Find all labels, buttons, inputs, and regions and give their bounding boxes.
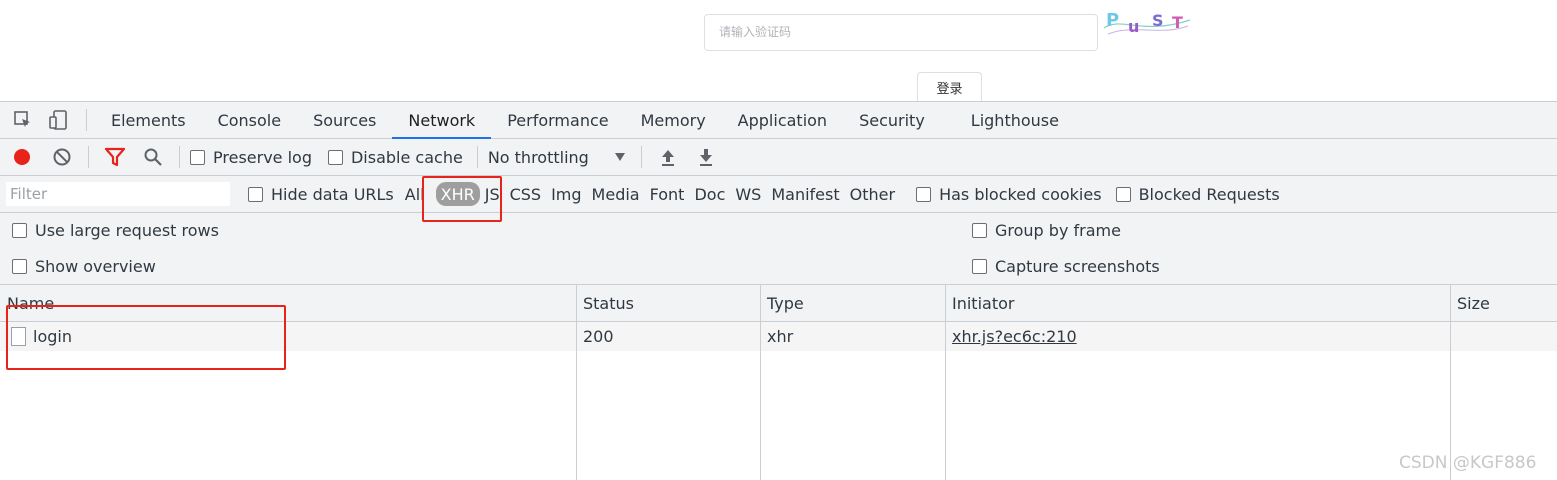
- filter-type-js[interactable]: JS: [480, 182, 505, 206]
- filter-type-doc[interactable]: Doc: [689, 182, 730, 206]
- large-rows-label: Use large request rows: [35, 221, 219, 240]
- watermark: CSDN @KGF886: [1399, 453, 1537, 473]
- svg-text:T: T: [1172, 13, 1183, 32]
- has-blocked-cookies-checkbox[interactable]: Has blocked cookies: [916, 185, 1102, 204]
- table-row[interactable]: login 200 xhr xhr.js?ec6c:210: [0, 322, 1557, 351]
- group-by-frame-checkbox[interactable]: Group by frame: [972, 221, 1121, 240]
- separator: [179, 146, 180, 168]
- requests-table: Name Status Type Initiator Size login 20…: [0, 285, 1557, 480]
- column-divider[interactable]: [576, 285, 577, 480]
- show-overview-checkbox[interactable]: Show overview: [12, 257, 156, 276]
- network-settings: Use large request rows Show overview Gro…: [0, 213, 1557, 285]
- tab-elements[interactable]: Elements: [95, 102, 202, 139]
- group-by-frame-label: Group by frame: [995, 221, 1121, 240]
- capture-screenshots-checkbox[interactable]: Capture screenshots: [972, 257, 1160, 276]
- filter-type-xhr[interactable]: XHR: [435, 182, 480, 206]
- checkbox-box[interactable]: [190, 149, 205, 165]
- separator: [476, 146, 478, 168]
- column-header-type[interactable]: Type: [760, 285, 804, 322]
- checkbox-box[interactable]: [972, 259, 987, 274]
- tab-lighthouse[interactable]: Lighthouse: [955, 102, 1075, 139]
- throttling-select[interactable]: No throttling: [488, 148, 625, 167]
- initiator-link[interactable]: xhr.js?ec6c:210: [952, 327, 1077, 346]
- svg-text:u: u: [1128, 17, 1139, 36]
- column-header-name[interactable]: Name: [0, 285, 54, 322]
- tab-security[interactable]: Security: [843, 102, 941, 139]
- devtools-panel: Elements Console Sources Network Perform…: [0, 101, 1557, 480]
- capture-screenshots-label: Capture screenshots: [995, 257, 1160, 276]
- document-icon: [11, 327, 26, 346]
- preserve-log-label: Preserve log: [213, 147, 312, 167]
- checkbox-box[interactable]: [12, 223, 27, 238]
- inspect-element-icon[interactable]: [12, 109, 34, 131]
- request-name[interactable]: login: [26, 322, 72, 351]
- request-status: 200: [583, 327, 614, 346]
- column-header-size[interactable]: Size: [1450, 285, 1490, 322]
- separator: [88, 146, 89, 168]
- search-icon[interactable]: [137, 141, 169, 173]
- network-toolbar: Preserve log Disable cache No throttling: [0, 139, 1557, 176]
- web-page: 请输入验证码 P u S T 登录: [0, 0, 1557, 104]
- tab-memory[interactable]: Memory: [625, 102, 722, 139]
- chevron-down-icon: [614, 153, 625, 161]
- filter-type-media[interactable]: Media: [587, 182, 645, 206]
- svg-text:P: P: [1106, 10, 1119, 31]
- device-toolbar-icon[interactable]: [48, 109, 70, 131]
- large-rows-checkbox[interactable]: Use large request rows: [12, 221, 219, 240]
- checkbox-box[interactable]: [12, 259, 27, 274]
- filter-type-img[interactable]: Img: [546, 182, 586, 206]
- login-button[interactable]: 登录: [917, 72, 982, 104]
- checkbox-box[interactable]: [972, 223, 987, 238]
- show-overview-label: Show overview: [35, 257, 156, 276]
- blocked-requests-label: Blocked Requests: [1138, 184, 1280, 204]
- captcha-input[interactable]: 请输入验证码: [704, 14, 1098, 51]
- filter-type-font[interactable]: Font: [645, 182, 690, 206]
- column-header-initiator[interactable]: Initiator: [945, 285, 1014, 322]
- disable-cache-label: Disable cache: [350, 147, 463, 167]
- preserve-log-checkbox[interactable]: Preserve log: [190, 148, 312, 167]
- filter-bar: Filter Hide data URLs All XHR JS CSS Img…: [0, 176, 1557, 213]
- has-blocked-cookies-label: Has blocked cookies: [939, 184, 1102, 204]
- import-har-icon[interactable]: [652, 141, 684, 173]
- captcha-image[interactable]: P u S T: [1102, 6, 1192, 40]
- export-har-icon[interactable]: [690, 141, 722, 173]
- blocked-requests-checkbox[interactable]: Blocked Requests: [1115, 184, 1280, 204]
- checkbox-box[interactable]: [916, 186, 932, 202]
- filter-type-manifest[interactable]: Manifest: [766, 182, 844, 206]
- hide-data-urls-label: Hide data URLs: [271, 184, 394, 204]
- tab-sources[interactable]: Sources: [297, 102, 392, 139]
- request-size: [1450, 322, 1457, 351]
- hide-data-urls-checkbox[interactable]: Hide data URLs: [248, 185, 394, 204]
- column-divider[interactable]: [945, 285, 946, 480]
- svg-text:S: S: [1152, 11, 1164, 30]
- separator: [640, 146, 642, 168]
- separator: [86, 109, 87, 131]
- checkbox-box[interactable]: [248, 186, 263, 202]
- checkbox-box[interactable]: [1115, 186, 1131, 202]
- request-initiator[interactable]: xhr.js?ec6c:210: [945, 322, 1077, 351]
- filter-type-all[interactable]: All: [400, 182, 430, 206]
- checkbox-box[interactable]: [327, 149, 343, 165]
- column-divider[interactable]: [760, 285, 761, 480]
- throttling-value: No throttling: [487, 147, 589, 167]
- disable-cache-checkbox[interactable]: Disable cache: [327, 147, 463, 167]
- filter-type-ws[interactable]: WS: [730, 182, 766, 206]
- record-button[interactable]: [6, 141, 38, 173]
- request-type: xhr: [767, 327, 794, 346]
- filter-funnel-icon[interactable]: [99, 141, 131, 173]
- tab-application[interactable]: Application: [722, 102, 843, 139]
- tab-network[interactable]: Network: [392, 102, 492, 139]
- devtools-tabbar: Elements Console Sources Network Perform…: [0, 102, 1557, 139]
- filter-input[interactable]: Filter: [6, 182, 230, 206]
- filter-type-other[interactable]: Other: [845, 182, 900, 206]
- column-header-status[interactable]: Status: [576, 285, 634, 322]
- column-divider[interactable]: [1450, 285, 1451, 480]
- tab-console[interactable]: Console: [202, 102, 298, 139]
- clear-icon[interactable]: [46, 141, 78, 173]
- filter-type-css[interactable]: CSS: [505, 182, 546, 206]
- table-header: Name Status Type Initiator Size: [0, 285, 1557, 322]
- tab-performance[interactable]: Performance: [491, 102, 624, 139]
